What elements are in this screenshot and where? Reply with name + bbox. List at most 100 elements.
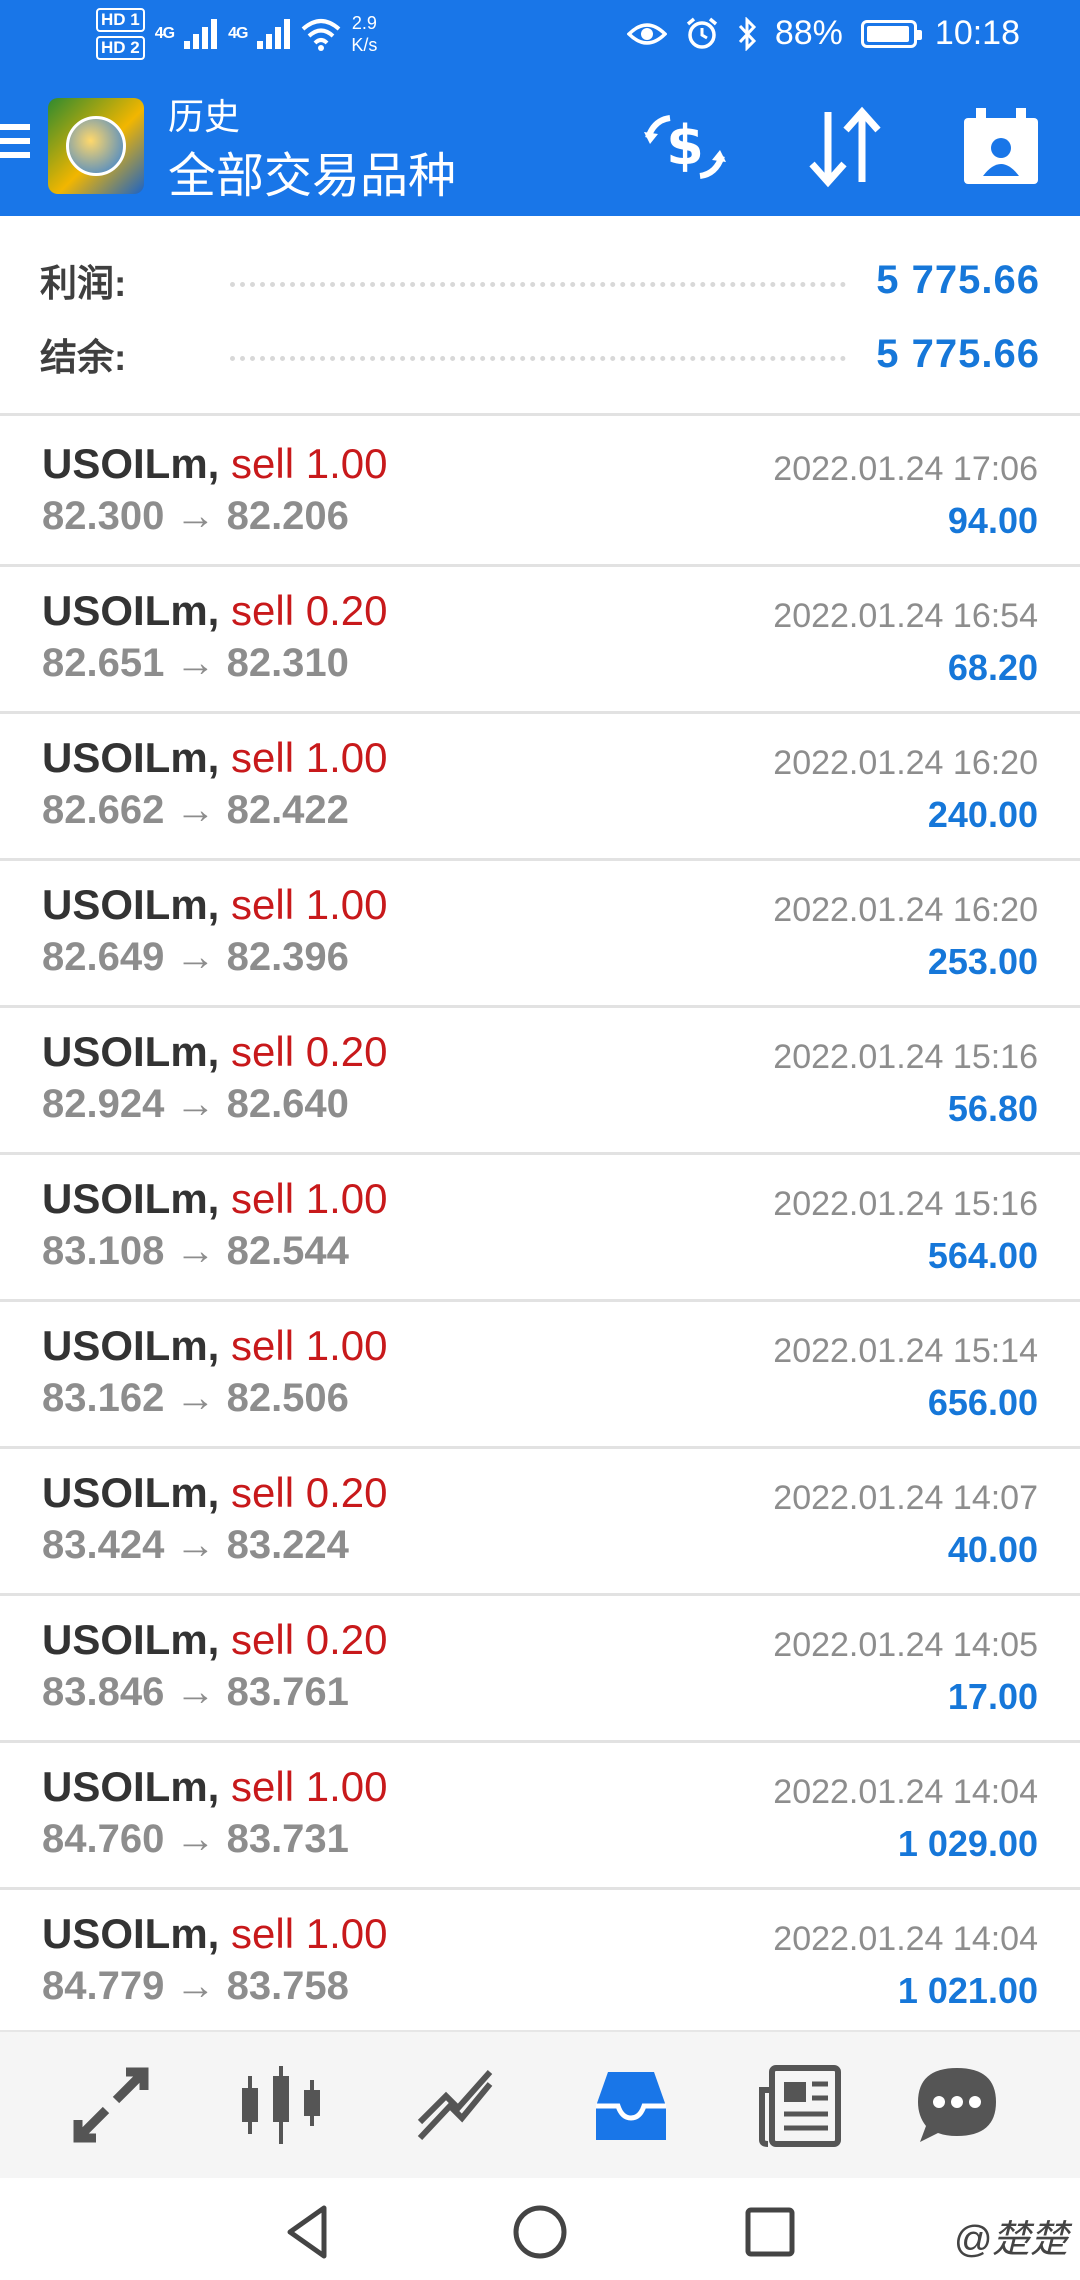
trade-time: 2022.01.24 16:20	[773, 744, 1038, 782]
sort-icon[interactable]	[800, 102, 890, 192]
trade-prices: 83.846 → 83.761	[42, 1670, 349, 1714]
battery-percent: 88%	[774, 14, 843, 52]
trade-prices: 83.424 → 83.224	[42, 1523, 349, 1567]
trade-prices: 82.924 → 82.640	[42, 1082, 349, 1126]
page-title: 历史	[168, 96, 241, 137]
chat-tab-icon[interactable]	[912, 2060, 1002, 2150]
trade-symbol: USOILm, sell 1.00	[42, 1322, 388, 1369]
trade-row[interactable]: USOILm, sell 0.20 82.651 → 82.310 2022.0…	[0, 567, 1080, 714]
trade-profit: 68.20	[947, 647, 1038, 688]
svg-text:$: $	[666, 114, 704, 177]
trade-prices: 83.162 → 82.506	[42, 1376, 349, 1420]
battery-icon	[860, 19, 922, 48]
profit-label: 利润:	[40, 263, 127, 304]
calendar-icon[interactable]	[956, 102, 1046, 192]
trade-profit: 564.00	[927, 1235, 1038, 1276]
summary-panel: 利润: 5 775.66 结余: 5 775.66	[0, 216, 1080, 416]
balance-row: 结余: 5 775.66	[40, 324, 1040, 384]
trade-row[interactable]: USOILm, sell 1.00 84.779 → 83.758 2022.0…	[0, 1890, 1080, 2037]
trade-tab-icon[interactable]	[410, 2060, 500, 2150]
trade-symbol: USOILm, sell 1.00	[42, 1175, 388, 1222]
trade-row[interactable]: USOILm, sell 1.00 82.649 → 82.396 2022.0…	[0, 861, 1080, 1008]
trade-row[interactable]: USOILm, sell 0.20 83.424 → 83.224 2022.0…	[0, 1449, 1080, 1596]
back-icon[interactable]	[278, 2202, 338, 2262]
trade-time: 2022.01.24 14:04	[773, 1773, 1038, 1811]
trade-symbol: USOILm, sell 1.00	[42, 440, 388, 487]
history-tab-icon[interactable]	[586, 2060, 676, 2150]
trade-time: 2022.01.24 14:04	[773, 1920, 1038, 1958]
net-speed-value: 2.9	[351, 13, 377, 33]
trade-prices: 82.300 → 82.206	[42, 494, 349, 538]
trade-prices: 82.649 → 82.396	[42, 935, 349, 979]
network-label-1: 4G	[154, 25, 175, 42]
eye-icon	[626, 22, 667, 45]
recents-icon[interactable]	[740, 2202, 800, 2262]
trade-row[interactable]: USOILm, sell 0.20 82.924 → 82.640 2022.0…	[0, 1008, 1080, 1155]
trade-symbol: USOILm, sell 1.00	[42, 881, 388, 928]
trade-symbol: USOILm, sell 0.20	[42, 1469, 388, 1516]
signal-icon-2	[257, 19, 291, 49]
trade-side: sell 1.00	[231, 881, 388, 928]
balance-value: 5 775.66	[876, 331, 1040, 376]
symbol-filter[interactable]: 全部交易品种	[168, 136, 456, 206]
quotes-tab-icon[interactable]	[66, 2060, 156, 2150]
bluetooth-icon	[738, 16, 756, 51]
alarm-icon	[686, 17, 717, 49]
trade-side: sell 0.20	[231, 587, 388, 634]
trade-row[interactable]: USOILm, sell 1.00 83.162 → 82.506 2022.0…	[0, 1302, 1080, 1449]
trade-time: 2022.01.24 15:14	[773, 1332, 1038, 1370]
trade-row[interactable]: USOILm, sell 1.00 83.108 → 82.544 2022.0…	[0, 1155, 1080, 1302]
trade-row[interactable]: USOILm, sell 1.00 82.300 → 82.206 2022.0…	[0, 420, 1080, 567]
trade-prices: 84.760 → 83.731	[42, 1817, 349, 1861]
trade-profit: 1 029.00	[897, 1823, 1038, 1864]
status-left: HD 1 HD 2 4G 4G 2.9 K/s	[96, 8, 377, 60]
trade-time: 2022.01.24 14:05	[773, 1626, 1038, 1664]
hd1-icon: HD 1	[96, 8, 145, 32]
trade-side: sell 1.00	[231, 1322, 388, 1369]
bottom-nav	[0, 2030, 1080, 2178]
signal-icon-1	[184, 19, 218, 49]
news-tab-icon[interactable]	[756, 2060, 846, 2150]
trade-symbol: USOILm, sell 1.00	[42, 1763, 388, 1810]
trade-profit: 253.00	[927, 941, 1038, 982]
currency-exchange-icon[interactable]: $	[640, 102, 730, 192]
trade-side: sell 1.00	[231, 734, 388, 781]
profit-value: 5 775.66	[876, 257, 1040, 302]
home-icon[interactable]	[510, 2202, 570, 2262]
trade-prices: 82.662 → 82.422	[42, 788, 349, 832]
trade-prices: 83.108 → 82.544	[42, 1229, 349, 1273]
trade-profit: 1 021.00	[897, 1970, 1038, 2011]
trade-time: 2022.01.24 15:16	[773, 1185, 1038, 1223]
watermark: @楚楚	[953, 2219, 1068, 2261]
trade-symbol: USOILm, sell 1.00	[42, 734, 388, 781]
trade-side: sell 0.20	[231, 1616, 388, 1663]
trade-side: sell 1.00	[231, 1175, 388, 1222]
net-speed: 2.9 K/s	[351, 12, 377, 56]
leader-dots	[230, 273, 847, 287]
app-bar: 历史 全部交易品种 $	[0, 72, 1080, 216]
wifi-icon	[302, 19, 341, 51]
trade-prices: 84.779 → 83.758	[42, 1964, 349, 2008]
trade-prices: 82.651 → 82.310	[42, 641, 349, 685]
trade-row[interactable]: USOILm, sell 1.00 82.662 → 82.422 2022.0…	[0, 714, 1080, 861]
trade-row[interactable]: USOILm, sell 0.20 83.846 → 83.761 2022.0…	[0, 1596, 1080, 1743]
menu-icon[interactable]	[0, 124, 30, 164]
trade-symbol: USOILm, sell 1.00	[42, 1910, 388, 1957]
trade-side: sell 1.00	[231, 1763, 388, 1810]
trade-time: 2022.01.24 16:54	[773, 597, 1038, 635]
trade-row[interactable]: USOILm, sell 1.00 84.760 → 83.731 2022.0…	[0, 1743, 1080, 1890]
trade-profit: 94.00	[947, 500, 1038, 541]
trade-symbol: USOILm, sell 0.20	[42, 1616, 388, 1663]
trade-profit: 56.80	[947, 1088, 1038, 1129]
system-nav-bar: @楚楚	[0, 2178, 1080, 2280]
clock: 10:18	[934, 14, 1020, 52]
trade-time: 2022.01.24 15:16	[773, 1038, 1038, 1076]
chart-tab-icon[interactable]	[236, 2060, 326, 2150]
trade-profit: 240.00	[927, 794, 1038, 835]
net-speed-unit: K/s	[351, 35, 378, 55]
profit-row: 利润: 5 775.66	[40, 250, 1040, 310]
network-label-2: 4G	[228, 25, 248, 42]
app-logo	[48, 98, 144, 194]
trade-profit: 656.00	[927, 1382, 1038, 1423]
trade-symbol: USOILm, sell 0.20	[42, 1028, 388, 1075]
